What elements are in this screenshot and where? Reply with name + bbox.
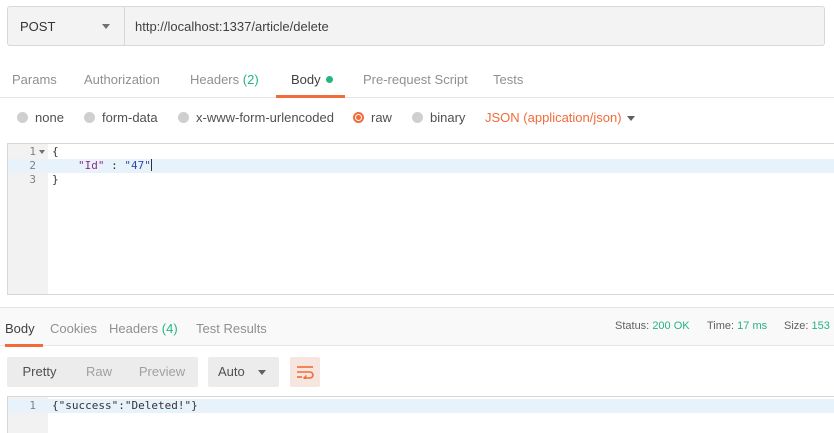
view-pretty-button[interactable]: Pretty [7, 357, 72, 387]
radio-circle-icon [17, 112, 28, 123]
response-headers-count: (4) [161, 321, 178, 336]
tab-authorization[interactable]: Authorization [84, 62, 160, 98]
view-raw-label: Raw [85, 364, 112, 379]
code-line-active: 1 {"success":"Deleted!"} [8, 399, 834, 413]
view-preview-label: Preview [138, 364, 186, 379]
time-label: Time: [707, 320, 735, 332]
json-separator: : [104, 159, 125, 172]
content-type-label: JSON (application/json) [485, 110, 622, 125]
code-text: { [52, 145, 59, 158]
response-tab-cookies[interactable]: Cookies [50, 308, 97, 347]
code-line-active: 2 "Id" : "47" [8, 159, 834, 173]
radio-selected-icon [353, 112, 364, 123]
view-raw-button[interactable]: Raw [72, 357, 126, 387]
line-number: 2 [29, 159, 36, 172]
line-number: 1 [29, 145, 36, 158]
radio-form-data[interactable]: form-data [84, 110, 158, 125]
json-key: "Id" [78, 159, 105, 172]
dot-icon [325, 76, 333, 83]
fold-caret-icon[interactable] [39, 150, 45, 154]
time-readout: Time: 17 ms [707, 320, 767, 332]
tab-tests[interactable]: Tests [493, 62, 523, 98]
status-value[interactable]: 200 OK [652, 320, 689, 332]
url-text: http://localhost:1337/article/delete [135, 18, 329, 34]
radio-circle-icon [412, 112, 423, 123]
radio-raw-label: raw [371, 110, 392, 125]
tab-params-label: Params [12, 72, 57, 87]
size-value[interactable]: 153 [812, 320, 830, 332]
tab-prerequest-script[interactable]: Pre-request Script [363, 62, 468, 98]
response-tabs: Body Cookies Headers (4) Test Results St… [0, 307, 834, 347]
tab-headers-count: (2) [242, 72, 259, 87]
code-line: 3 } [8, 173, 834, 187]
time-value[interactable]: 17 ms [737, 320, 767, 332]
text-cursor [150, 159, 152, 171]
code-text: "Id" : "47" [78, 159, 152, 173]
response-tab-headers-label: Headers [109, 321, 159, 336]
format-select[interactable]: Auto [208, 357, 279, 387]
radio-binary[interactable]: binary [412, 110, 465, 125]
status-readout: Status: 200 OK [615, 320, 690, 332]
chevron-down-icon[interactable] [627, 116, 635, 121]
content-type-select[interactable]: JSON (application/json) [485, 110, 622, 125]
response-tab-test-results-label: Test Results [196, 321, 267, 336]
request-body-editor[interactable]: 1 { 2 "Id" : "47" 3 } [7, 143, 834, 295]
wrap-lines-icon [297, 366, 314, 379]
radio-urlencoded-label: x-www-form-urlencoded [196, 110, 334, 125]
tab-headers-label: Headers [190, 72, 240, 87]
size-label: Size: [784, 320, 809, 332]
tab-body-label: Body [291, 72, 321, 87]
json-value: "47" [124, 159, 151, 172]
status-label: Status: [615, 320, 650, 332]
radio-none[interactable]: none [17, 110, 64, 125]
method-label: POST [20, 18, 56, 34]
chevron-down-icon [102, 24, 110, 29]
url-input[interactable]: http://localhost:1337/article/delete [125, 7, 824, 45]
size-readout: Size: 153 [784, 320, 830, 332]
radio-circle-icon [84, 112, 95, 123]
view-preview-button[interactable]: Preview [126, 357, 198, 387]
tab-body[interactable]: Body [276, 62, 345, 98]
response-body-viewer[interactable]: 1 {"success":"Deleted!"} [7, 396, 834, 433]
tab-authorization-label: Authorization [84, 72, 160, 87]
line-number: 3 [29, 173, 36, 186]
tab-params[interactable]: Params [12, 62, 57, 98]
response-tab-headers[interactable]: Headers (4) [109, 308, 178, 347]
response-view-toolbar: Pretty Raw Preview Auto [0, 357, 834, 387]
request-url-bar: POST http://localhost:1337/article/delet… [7, 6, 825, 46]
view-pretty-label: Pretty [22, 364, 57, 379]
code-text: } [52, 173, 59, 186]
tab-headers[interactable]: Headers (2) [190, 62, 259, 98]
radio-circle-icon [178, 112, 189, 123]
request-tabs: Params Authorization Headers (2) Body Pr… [0, 62, 834, 98]
method-select[interactable]: POST [8, 7, 125, 45]
radio-urlencoded[interactable]: x-www-form-urlencoded [178, 110, 334, 125]
response-tab-test-results[interactable]: Test Results [196, 308, 267, 347]
tab-prerequest-label: Pre-request Script [363, 72, 468, 87]
response-tab-body-label: Body [5, 321, 35, 336]
body-type-selector: none form-data x-www-form-urlencoded raw… [0, 100, 834, 136]
response-tab-cookies-label: Cookies [50, 321, 97, 336]
line-number: 1 [29, 399, 36, 412]
code-text: {"success":"Deleted!"} [52, 399, 198, 412]
tab-tests-label: Tests [493, 72, 524, 87]
wrap-lines-button[interactable] [290, 357, 320, 387]
radio-raw[interactable]: raw [353, 110, 392, 125]
radio-form-data-label: form-data [102, 110, 158, 125]
code-line: 1 { [8, 145, 834, 159]
chevron-down-icon [258, 370, 266, 375]
format-label: Auto [218, 364, 245, 379]
radio-none-label: none [35, 110, 64, 125]
response-tab-body[interactable]: Body [5, 308, 43, 347]
radio-binary-label: binary [430, 110, 466, 125]
